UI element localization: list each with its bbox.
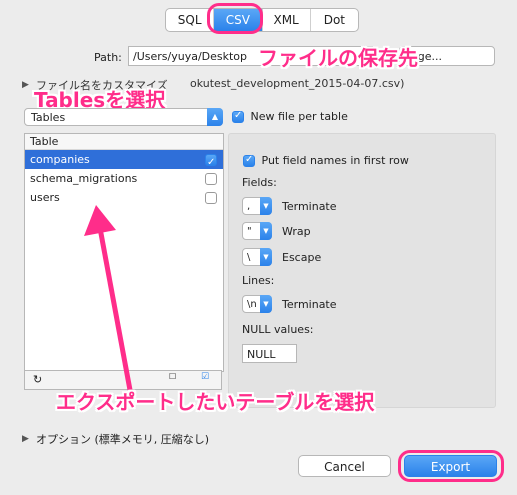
new-file-per-table-label: New file per table xyxy=(250,110,348,123)
annotation-select-export-tables: エクスポートしたいテーブルを選択 xyxy=(56,390,375,414)
fields-terminate-label: Terminate xyxy=(282,200,337,213)
null-values-field[interactable]: NULL xyxy=(242,344,297,363)
filename-preview: okutest_development_2015-04-07.csv) xyxy=(190,77,405,90)
put-field-names-option[interactable]: Put field names in first row xyxy=(243,154,409,167)
fields-wrap-select[interactable]: " ▼ xyxy=(242,222,272,240)
chevron-updown-icon: ▲ xyxy=(207,108,223,126)
fields-terminate-select[interactable]: , ▼ xyxy=(242,197,272,215)
table-row[interactable]: companies xyxy=(25,150,223,172)
fields-escape-value: \ xyxy=(247,252,251,263)
export-highlight-ring xyxy=(398,450,504,482)
null-values-label: NULL values: xyxy=(242,323,314,336)
disclosure-triangle-icon[interactable]: ▶ xyxy=(22,80,29,90)
table-column-header: Table xyxy=(25,134,223,150)
fields-label: Fields: xyxy=(242,176,277,189)
lines-terminate-value: \n xyxy=(247,299,257,310)
chevron-down-icon: ▼ xyxy=(260,248,272,266)
put-field-names-checkbox[interactable] xyxy=(243,154,255,167)
lines-terminate-label: Terminate xyxy=(282,298,337,311)
fields-terminate-value: , xyxy=(247,201,251,212)
csv-settings-panel: Put field names in first row Fields: , ▼… xyxy=(228,133,496,408)
chevron-down-icon: ▼ xyxy=(260,222,272,240)
new-file-per-table-checkbox[interactable] xyxy=(232,110,244,123)
csv-highlight-ring xyxy=(207,3,263,34)
lines-terminate-select[interactable]: \n ▼ xyxy=(242,295,272,313)
check-all-icon[interactable]: ☑ xyxy=(201,372,209,382)
fields-wrap-label: Wrap xyxy=(282,225,311,238)
options-summary: オプション (標準メモリ, 圧縮なし) xyxy=(36,433,210,446)
lines-label: Lines: xyxy=(242,274,275,287)
tab-xml[interactable]: XML xyxy=(263,9,311,31)
fields-escape-label: Escape xyxy=(282,251,322,264)
tab-dot[interactable]: Dot xyxy=(311,9,358,31)
tables-dropdown-label: Tables xyxy=(31,111,66,124)
table-row-checkbox[interactable] xyxy=(205,173,217,185)
path-label: Path: xyxy=(94,51,122,64)
fields-wrap-value: " xyxy=(247,226,252,237)
table-row-label: companies xyxy=(30,153,90,166)
fields-escape-select[interactable]: \ ▼ xyxy=(242,248,272,266)
cancel-button[interactable]: Cancel xyxy=(298,455,391,477)
put-field-names-label: Put field names in first row xyxy=(261,154,409,167)
table-row-checkbox[interactable] xyxy=(205,192,217,204)
table-row-label: users xyxy=(30,191,60,204)
table-list: Table companies schema_migrations users xyxy=(24,133,224,372)
tables-dropdown[interactable]: Tables ▲ xyxy=(24,108,223,126)
disclosure-triangle-icon[interactable]: ▶ xyxy=(22,434,29,444)
chevron-down-icon: ▼ xyxy=(260,295,272,313)
chevron-down-icon: ▼ xyxy=(260,197,272,215)
annotation-save-destination: ファイルの保存先 xyxy=(258,46,418,70)
new-file-per-table-option[interactable]: New file per table xyxy=(232,110,348,123)
table-row[interactable]: schema_migrations xyxy=(25,169,223,188)
table-row-label: schema_migrations xyxy=(30,172,138,185)
table-row[interactable]: users xyxy=(25,188,223,207)
refresh-icon[interactable]: ↻ xyxy=(33,373,42,386)
uncheck-all-icon[interactable]: ☐ xyxy=(169,372,176,381)
table-row-checkbox[interactable] xyxy=(205,153,217,172)
